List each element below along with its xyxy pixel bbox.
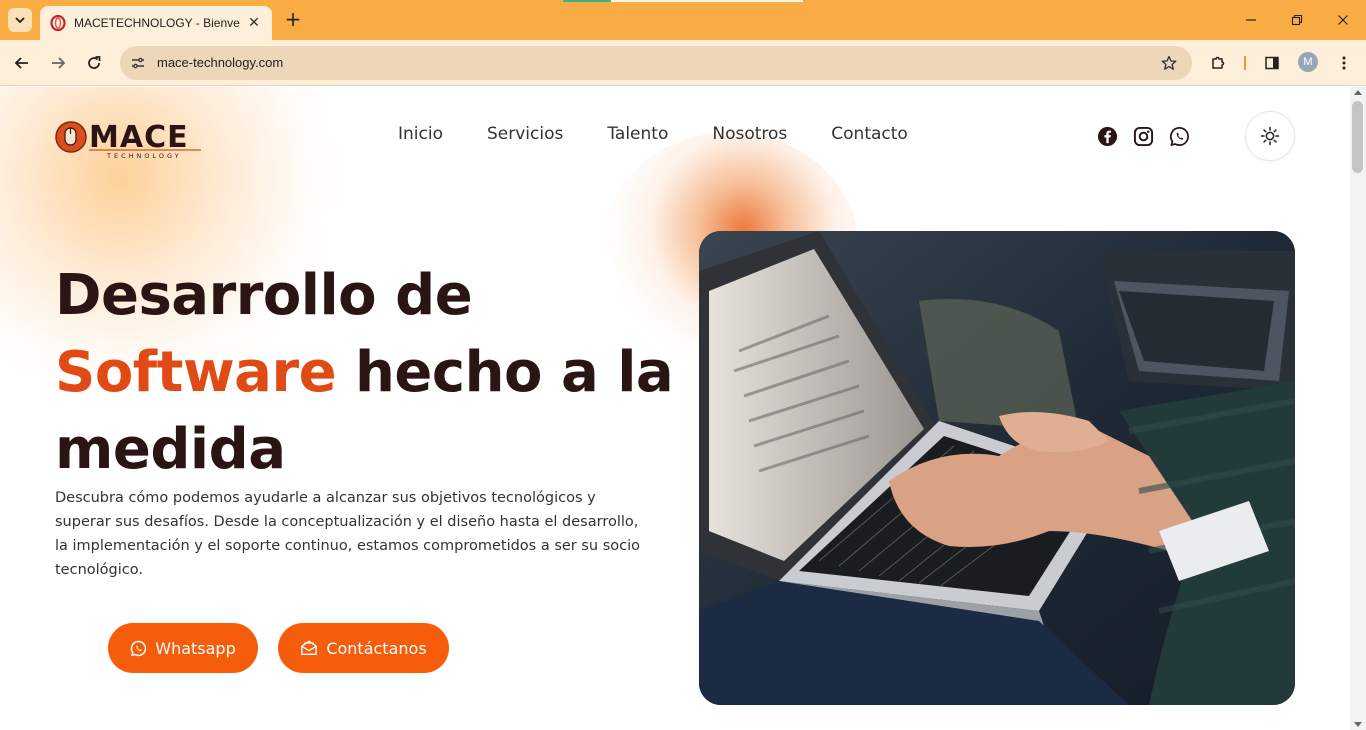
contact-button[interactable]: Contáctanos	[278, 623, 449, 673]
tab-search-button[interactable]	[8, 8, 32, 32]
loading-indicator	[563, 0, 611, 2]
url-text[interactable]: mace-technology.com	[157, 55, 283, 70]
mace-logo-mark: MACE TECHNOLOGY	[55, 120, 201, 160]
nav-inicio[interactable]: Inicio	[398, 124, 443, 144]
nav-talento[interactable]: Talento	[607, 124, 668, 144]
close-icon	[1338, 15, 1348, 25]
minimize-icon	[1246, 19, 1256, 21]
facebook-icon	[1097, 126, 1117, 146]
reload-icon	[88, 56, 101, 69]
chevron-down-icon	[15, 17, 25, 24]
star-icon	[1161, 55, 1177, 70]
scroll-thumb[interactable]	[1352, 101, 1363, 173]
hero-description: Descubra cómo podemos ayudarle a alcanza…	[55, 490, 641, 578]
reload-button[interactable]	[82, 51, 106, 75]
puzzle-icon	[1212, 56, 1225, 69]
sun-icon	[1260, 126, 1280, 146]
instagram-icon	[1133, 126, 1153, 146]
site-info-button[interactable]	[126, 51, 150, 75]
hero-title-rest: hecho a la	[336, 340, 674, 405]
back-button[interactable]	[10, 51, 34, 75]
side-panel-button[interactable]	[1260, 51, 1284, 75]
new-tab-button[interactable]: +	[282, 8, 304, 32]
tab-title: MACETECHNOLOGY - Bienvenido	[74, 16, 240, 30]
hero-title-accent: Software	[55, 340, 337, 405]
tab-strip: MACETECHNOLOGY - Bienvenido ✕ +	[0, 0, 1366, 40]
restore-button[interactable]	[1274, 8, 1320, 32]
site-logo[interactable]: MACE TECHNOLOGY	[55, 119, 205, 161]
browser-menu-button[interactable]	[1332, 51, 1356, 75]
logo-subtext: TECHNOLOGY	[106, 152, 182, 160]
scroll-down-arrow[interactable]	[1354, 722, 1362, 727]
hero-title: Desarrollo de Software hecho a la medida	[55, 257, 675, 488]
whatsapp-icon	[1169, 126, 1189, 146]
scroll-up-arrow[interactable]	[1354, 90, 1362, 95]
envelope-open-icon	[301, 640, 318, 656]
whatsapp-button[interactable]: Whatsapp	[108, 623, 258, 673]
arrow-left-icon	[14, 57, 28, 69]
forward-button[interactable]	[46, 51, 70, 75]
hero-title-line1: Desarrollo de	[55, 263, 473, 328]
nav-contacto[interactable]: Contacto	[831, 124, 908, 144]
tune-icon	[132, 57, 144, 69]
minimize-button[interactable]	[1228, 8, 1274, 32]
facebook-link[interactable]	[1096, 125, 1118, 147]
close-window-button[interactable]	[1320, 8, 1366, 32]
whatsapp-button-label: Whatsapp	[155, 638, 236, 658]
restore-icon	[1291, 14, 1303, 26]
browser-toolbar: mace-technology.com M	[0, 40, 1366, 86]
bookmark-button[interactable]	[1158, 52, 1180, 74]
main-nav: Inicio Servicios Talento Nosotros Contac…	[398, 124, 952, 144]
page-viewport: MACE TECHNOLOGY Inicio Servicios Talento…	[0, 87, 1350, 730]
theme-toggle-button[interactable]	[1245, 111, 1295, 161]
arrow-right-icon	[52, 57, 66, 69]
page-scrollbar[interactable]	[1350, 87, 1366, 730]
contact-button-label: Contáctanos	[326, 638, 427, 658]
hero-title-line3: medida	[55, 417, 286, 482]
hero-laptop-photo	[699, 231, 1295, 705]
laptop-typing-illustration	[699, 231, 1295, 705]
toolbar-separator	[1244, 56, 1246, 70]
kebab-menu-icon	[1342, 56, 1346, 70]
whatsapp-link[interactable]	[1168, 125, 1190, 147]
nav-servicios[interactable]: Servicios	[487, 124, 563, 144]
instagram-link[interactable]	[1132, 125, 1154, 147]
nav-nosotros[interactable]: Nosotros	[712, 124, 787, 144]
profile-avatar[interactable]: M	[1298, 52, 1318, 72]
side-panel-icon	[1265, 56, 1279, 70]
opera-o-icon	[50, 15, 66, 31]
extensions-button[interactable]	[1206, 51, 1230, 75]
browser-tab[interactable]: MACETECHNOLOGY - Bienvenido ✕	[40, 6, 272, 40]
tab-close-button[interactable]: ✕	[246, 15, 262, 31]
address-bar[interactable]: mace-technology.com	[120, 46, 1192, 80]
whatsapp-icon	[131, 640, 147, 656]
